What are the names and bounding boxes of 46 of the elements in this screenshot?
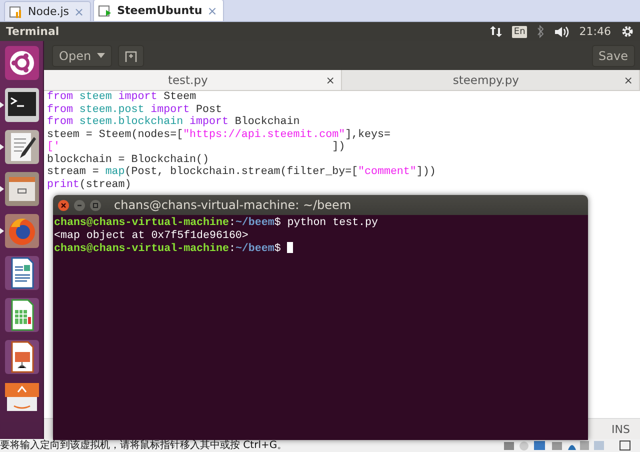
settings-icon[interactable] xyxy=(621,25,634,38)
status-message: 要将输入定向到该虚拟机，请将鼠标指针移入其中或按 Ctrl+G。 xyxy=(0,439,288,452)
monitor-icon xyxy=(98,4,112,18)
open-button[interactable]: Open xyxy=(52,44,112,66)
close-icon[interactable]: × xyxy=(326,74,335,86)
file-tab[interactable]: steempy.py × xyxy=(342,70,640,90)
file-cabinet-icon[interactable] xyxy=(4,171,40,207)
code-line: stream = map(Post, blockchain.stream(filter_by=["comment"])) xyxy=(47,166,437,178)
new-tab-icon xyxy=(125,50,138,62)
maximize-button[interactable] xyxy=(90,200,101,210)
terminal-line: chans@chans-virtual-machine:~/beem$ python test.py xyxy=(54,217,379,230)
vm-tab[interactable]: SteemUbuntu × xyxy=(93,0,224,21)
window-title: Terminal xyxy=(6,25,60,38)
new-tab-button[interactable] xyxy=(118,44,144,66)
bar-chart-icon xyxy=(9,4,23,18)
code-line: from steem.post import Post xyxy=(47,104,223,116)
window-title: chans@chans-virtual-machine: ~/beem xyxy=(114,198,352,212)
terminal-line: chans@chans-virtual-machine:~/beem$ xyxy=(54,242,588,256)
insert-mode-label: INS xyxy=(612,422,630,436)
terminal-line: <map object at 0x7f5f1de96160> xyxy=(54,230,250,242)
close-button[interactable] xyxy=(58,200,69,210)
bluetooth-icon[interactable] xyxy=(537,25,546,38)
vm-tab[interactable]: Node.js × xyxy=(4,1,92,21)
keyboard-indicator[interactable]: En xyxy=(512,26,528,38)
minimize-button[interactable] xyxy=(74,200,85,210)
presentation-icon[interactable] xyxy=(4,339,40,375)
code-line: from steem import Steem xyxy=(47,91,198,104)
code-line: from steem.blockchain import Blockchain xyxy=(47,116,301,128)
code-line: blockchain = Blockchain() xyxy=(47,154,210,166)
code-line: steem = Steem(nodes=["https://api.steemit.com"],keys= xyxy=(47,128,392,141)
ubuntu-logo-icon[interactable] xyxy=(4,45,40,81)
spreadsheet-icon[interactable] xyxy=(4,297,40,333)
terminal-icon[interactable] xyxy=(4,87,40,123)
text-cursor xyxy=(287,242,294,253)
network-arrows-icon[interactable] xyxy=(490,25,502,38)
firefox-icon[interactable] xyxy=(4,213,40,249)
code-line: [' ]) xyxy=(47,141,346,154)
save-button[interactable]: Save xyxy=(592,44,635,66)
close-icon[interactable]: × xyxy=(624,74,633,86)
document-icon[interactable] xyxy=(4,255,40,291)
caret-icon xyxy=(97,53,106,58)
file-tab[interactable]: test.py × xyxy=(44,70,342,90)
text-editor-icon[interactable] xyxy=(4,129,40,165)
code-line: print(stream) xyxy=(47,178,132,191)
clock[interactable]: 21:46 xyxy=(579,25,611,38)
volume-icon[interactable] xyxy=(555,26,570,38)
